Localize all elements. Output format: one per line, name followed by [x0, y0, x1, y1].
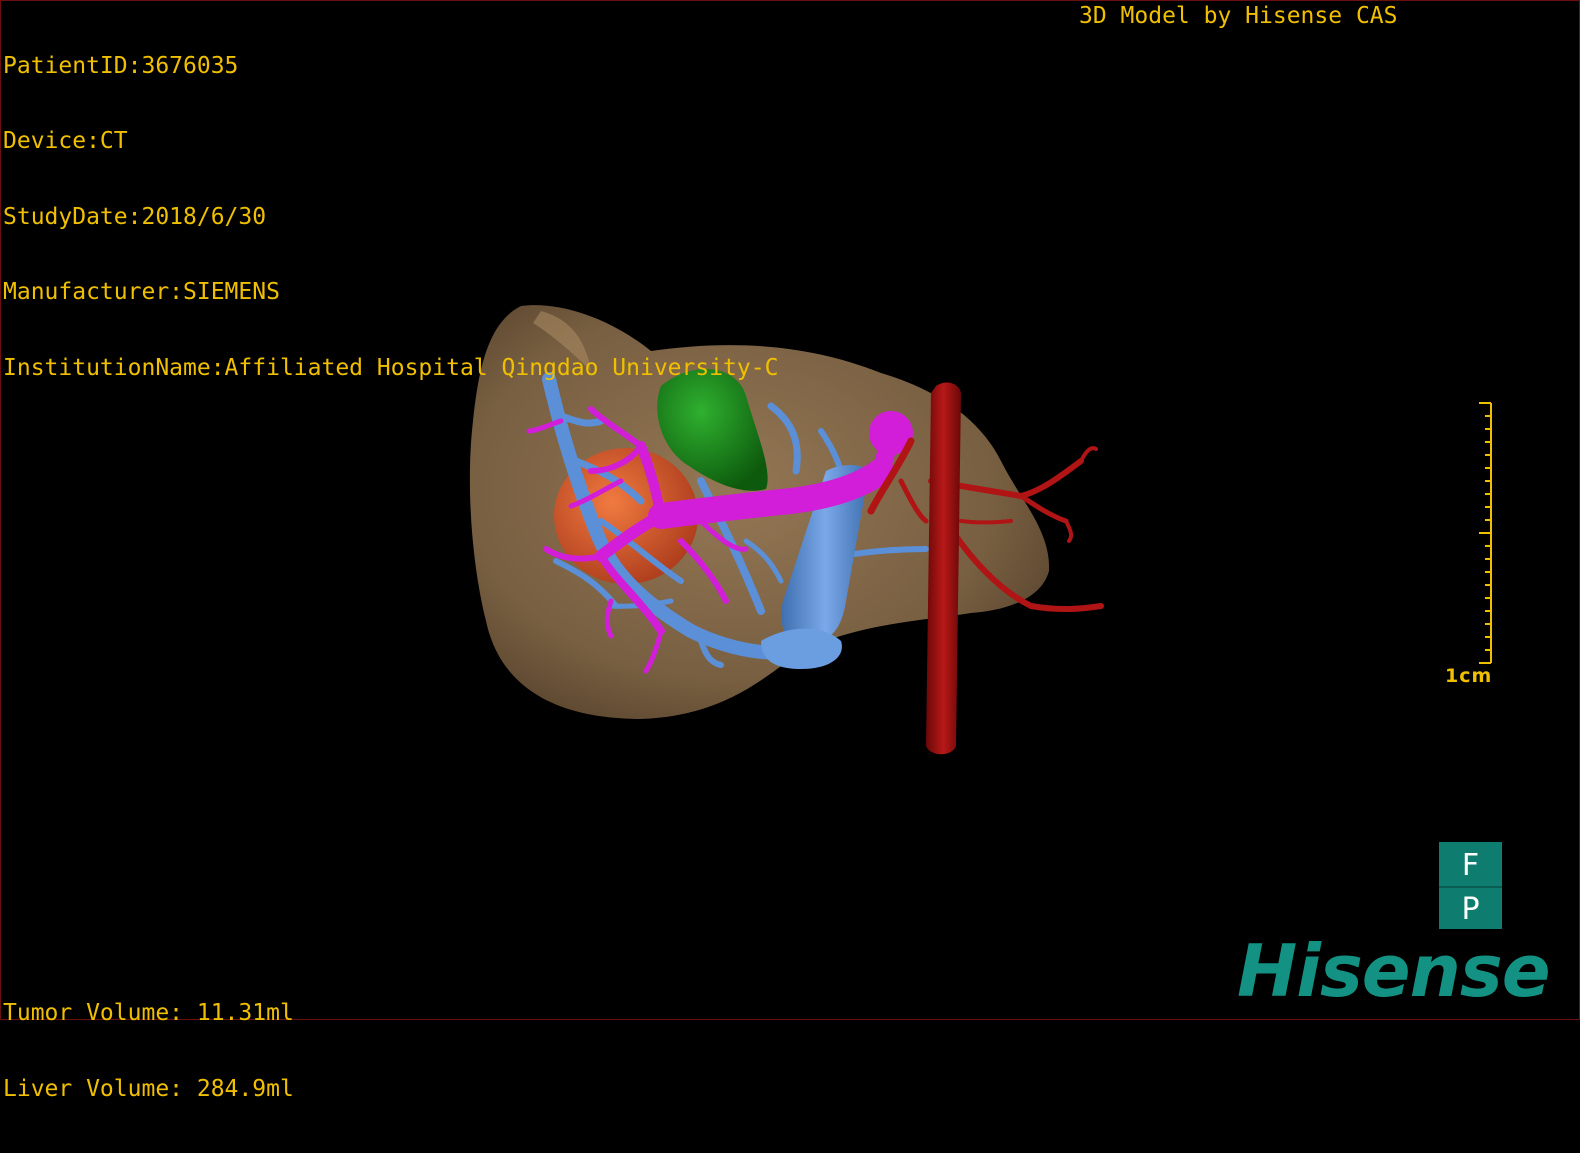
model-credit: 3D Model by Hisense CAS — [1079, 3, 1398, 29]
hisense-logo: Hisense — [1237, 929, 1551, 1013]
patient-id: PatientID:3676035 — [3, 53, 239, 79]
device: Device:CT — [3, 128, 128, 155]
volume-readout: Tumor Volume: 11.31ml Liver Volume: 284.… — [3, 951, 294, 1153]
orientation-front[interactable]: F — [1439, 844, 1502, 887]
dicom-metadata: PatientID:3676035 Device:CT StudyDate:20… — [3, 4, 778, 431]
liver-volume: Liver Volume: 284.9ml — [3, 1076, 294, 1102]
tumor-volume: Tumor Volume: 11.31ml — [3, 1000, 294, 1026]
institution-name: InstitutionName:Affiliated Hospital Qing… — [3, 354, 779, 381]
scale-bar — [1479, 402, 1492, 664]
manufacturer: Manufacturer:SIEMENS — [3, 279, 280, 306]
3d-viewport[interactable]: PatientID:3676035 Device:CT StudyDate:20… — [0, 0, 1580, 1102]
study-date: StudyDate:2018/6/30 — [3, 203, 267, 230]
orientation-cube[interactable]: F P — [1439, 842, 1502, 929]
aorta[interactable] — [926, 382, 961, 755]
orientation-posterior[interactable]: P — [1439, 886, 1502, 931]
scale-label: 1cm — [1445, 665, 1493, 687]
